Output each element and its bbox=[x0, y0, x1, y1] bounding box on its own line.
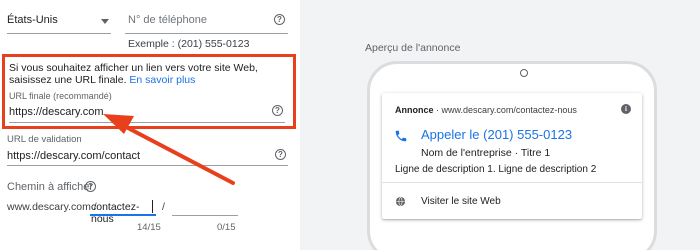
preview-panel: Aperçu de l'annonce Annonce · www.descar… bbox=[300, 0, 700, 250]
country-select[interactable]: États-Unis bbox=[7, 12, 111, 34]
help-icon[interactable]: ? bbox=[272, 105, 283, 116]
final-url-underline bbox=[9, 122, 285, 123]
help-icon[interactable]: ? bbox=[275, 149, 286, 160]
learn-more-link[interactable]: En savoir plus bbox=[129, 74, 195, 86]
info-icon[interactable]: i bbox=[621, 104, 631, 114]
country-value: États-Unis bbox=[7, 14, 58, 26]
visit-site-link[interactable]: Visiter le site Web bbox=[421, 196, 501, 207]
display-path2-input[interactable] bbox=[172, 199, 238, 216]
preview-title: Aperçu de l'annonce bbox=[365, 42, 461, 54]
ad-header: Annonce · www.descary.com/contactez-nous bbox=[395, 105, 577, 115]
text-cursor bbox=[152, 200, 153, 213]
path1-counter: 14/15 bbox=[137, 222, 161, 233]
validation-url-underline bbox=[7, 165, 288, 166]
display-path1-input[interactable]: contactez-nous bbox=[90, 199, 156, 225]
ad-description: Ligne de description 1. Ligne de descrip… bbox=[395, 164, 597, 175]
ad-label: Annonce bbox=[395, 105, 434, 115]
phone-example-hint: Exemple : (201) 555-0123 bbox=[128, 38, 250, 50]
card-divider bbox=[382, 182, 642, 183]
ad-form-panel: États-Unis N° de téléphone ? Exemple : (… bbox=[0, 0, 300, 250]
validation-url-label: URL de validation bbox=[7, 134, 82, 145]
chevron-down-icon bbox=[101, 19, 109, 24]
phone-mockup: Annonce · www.descary.com/contactez-nous… bbox=[367, 61, 657, 250]
final-url-highlight: Si vous souhaitez afficher un lien vers … bbox=[2, 54, 296, 129]
camera-icon bbox=[520, 69, 528, 77]
phone-icon bbox=[395, 130, 407, 142]
final-url-label: URL finale (recommandé) bbox=[9, 91, 112, 101]
path2-counter: 0/15 bbox=[217, 222, 236, 233]
help-icon[interactable]: ? bbox=[274, 14, 285, 25]
display-path-base: www.descary.com / bbox=[7, 201, 97, 213]
display-path-label: Chemin à afficher bbox=[7, 181, 94, 193]
phone-placeholder: N° de téléphone bbox=[128, 14, 208, 26]
validation-url-input[interactable]: https://descary.com/contact bbox=[7, 150, 140, 162]
ad-display-url: · www.descary.com/contactez-nous bbox=[436, 105, 577, 115]
final-url-input[interactable]: https://descary.com bbox=[9, 106, 104, 118]
final-url-message: Si vous souhaitez afficher un lien vers … bbox=[9, 62, 291, 86]
phone-input[interactable]: N° de téléphone ? bbox=[125, 12, 288, 34]
ad-preview-card: Annonce · www.descary.com/contactez-nous… bbox=[382, 93, 642, 219]
help-icon[interactable]: ? bbox=[85, 181, 96, 192]
globe-icon bbox=[395, 196, 406, 207]
business-line: Nom de l'entreprise · Titre 1 bbox=[421, 147, 551, 159]
path-separator: / bbox=[162, 201, 165, 213]
call-link[interactable]: Appeler le (201) 555-0123 bbox=[421, 127, 572, 142]
